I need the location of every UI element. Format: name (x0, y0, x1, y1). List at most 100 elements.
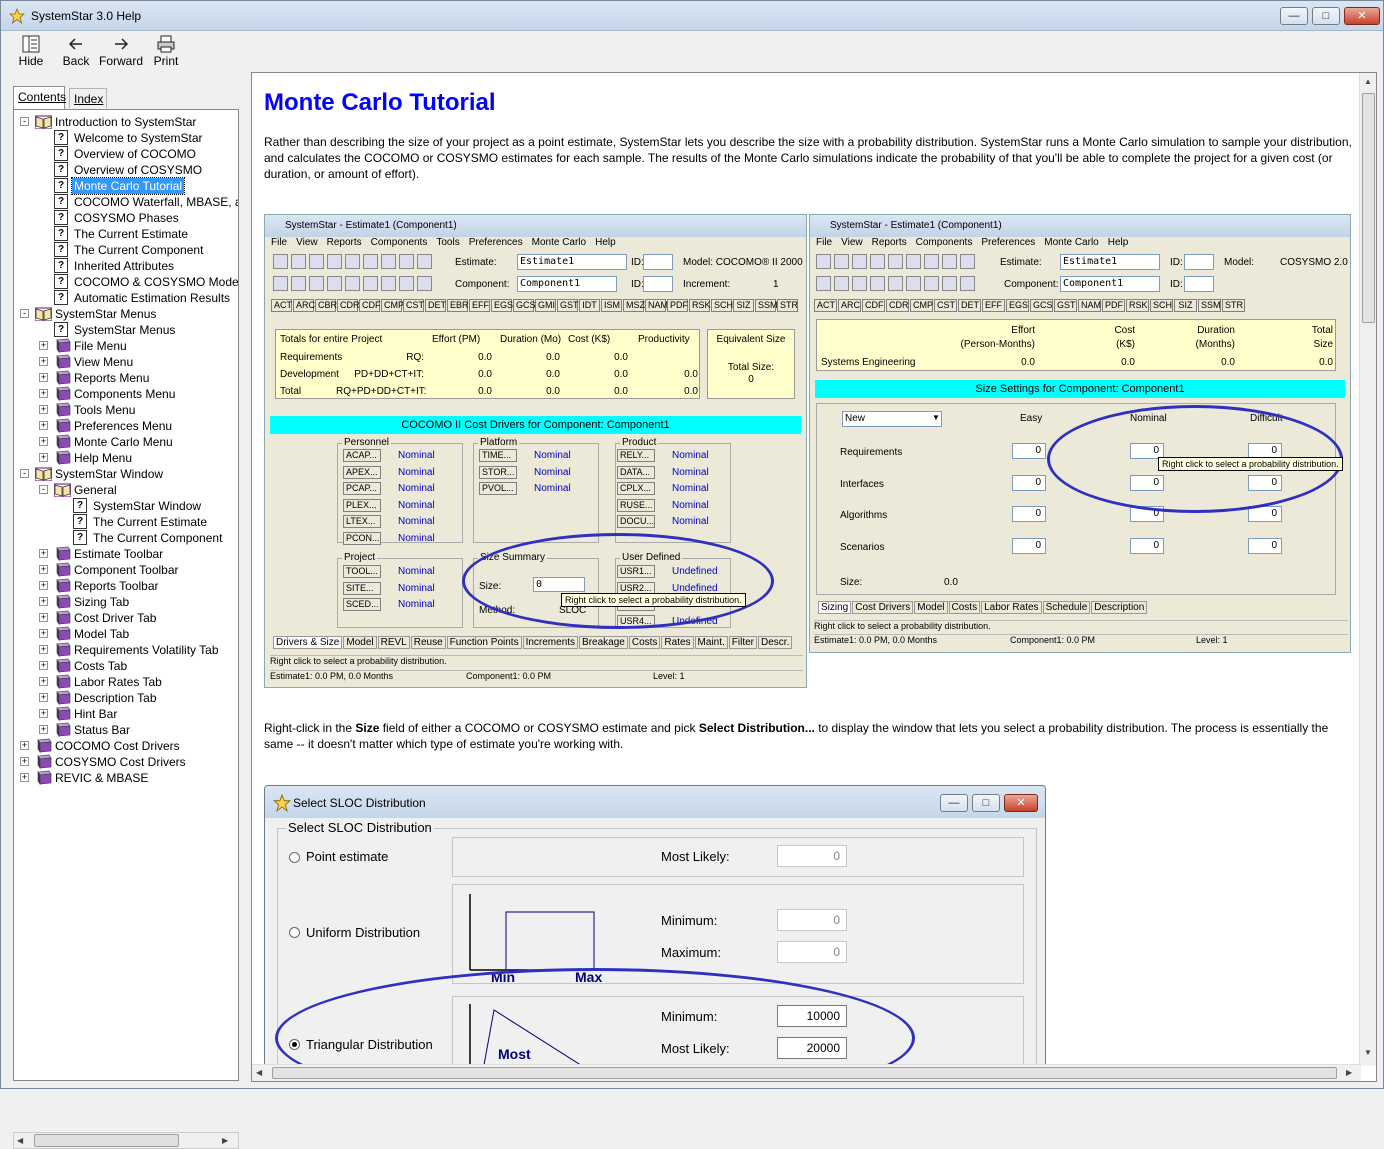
print-button[interactable]: Print (144, 33, 188, 69)
tree-item[interactable]: ? COSYSMO Phases (14, 210, 238, 226)
driver-button: DATA... (617, 465, 655, 479)
dialog-maximize-button[interactable]: □ (972, 794, 1000, 812)
scroll-thumb[interactable] (34, 1134, 179, 1147)
tree-item[interactable]: ? The Current Component (14, 530, 238, 546)
expand-icon[interactable]: + (20, 741, 29, 750)
dialog-minimize-button[interactable]: — (940, 794, 968, 812)
tree-item[interactable]: + Model Tab (14, 626, 238, 642)
expand-icon[interactable]: + (39, 373, 48, 382)
tab-contents[interactable]: Contents (13, 86, 66, 110)
minimize-button[interactable]: — (1280, 7, 1308, 25)
tree-item[interactable]: + COCOMO Cost Drivers (14, 738, 238, 754)
close-button[interactable]: ✕ (1344, 7, 1380, 25)
tree-item[interactable]: ? Overview of COCOMO (14, 146, 238, 162)
tree-item[interactable]: ? COCOMO & COSYSMO Model (14, 274, 238, 290)
content-scroll-left-icon[interactable]: ◀ (256, 1068, 262, 1077)
tree-item[interactable]: - Introduction to SystemStar (14, 114, 238, 130)
collapse-icon[interactable]: - (20, 117, 29, 126)
tree-horizontal-scrollbar[interactable]: ◀ ▶ (13, 1132, 239, 1149)
expand-icon[interactable]: + (39, 421, 48, 430)
expand-icon[interactable]: + (39, 693, 48, 702)
collapse-icon[interactable]: - (20, 469, 29, 478)
expand-icon[interactable]: + (39, 677, 48, 686)
maximize-button[interactable]: □ (1312, 7, 1340, 25)
uniform-maximum-input[interactable]: 0 (777, 941, 847, 963)
expand-icon[interactable]: + (39, 389, 48, 398)
tree-item[interactable]: ? The Current Estimate (14, 514, 238, 530)
dialog-close-button[interactable]: ✕ (1004, 794, 1038, 812)
uniform-minimum-input[interactable]: 0 (777, 909, 847, 931)
tree-item[interactable]: + Component Toolbar (14, 562, 238, 578)
tree-item[interactable]: ? Inherited Attributes (14, 258, 238, 274)
tree-item[interactable]: - SystemStar Menus (14, 306, 238, 322)
tree-item[interactable]: - SystemStar Window (14, 466, 238, 482)
scroll-right-icon[interactable]: ▶ (222, 1136, 228, 1145)
back-button[interactable]: Back (54, 33, 98, 69)
point-estimate-radio[interactable] (289, 852, 300, 863)
expand-icon[interactable]: + (39, 613, 48, 622)
tree-item[interactable]: ? Monte Carlo Tutorial (14, 177, 238, 195)
expand-icon[interactable]: + (39, 581, 48, 590)
tree-item[interactable]: + Requirements Volatility Tab (14, 642, 238, 658)
tree-item[interactable]: ? SystemStar Window (14, 498, 238, 514)
content-horizontal-scrollbar[interactable]: ◀ ▶ (252, 1064, 1361, 1081)
scroll-left-icon[interactable]: ◀ (17, 1136, 23, 1145)
point-most-likely-input[interactable]: 0 (777, 845, 847, 867)
expand-icon[interactable]: + (39, 453, 48, 462)
tree-item[interactable]: + Cost Driver Tab (14, 610, 238, 626)
expand-icon[interactable]: + (39, 405, 48, 414)
expand-icon[interactable]: + (39, 725, 48, 734)
expand-icon[interactable]: + (39, 357, 48, 366)
uniform-distribution-radio[interactable] (289, 927, 300, 938)
tree-item[interactable]: + REVIC & MBASE (14, 770, 238, 786)
expand-icon[interactable]: + (39, 629, 48, 638)
tree-item[interactable]: ? SystemStar Menus (14, 322, 238, 338)
tree-item[interactable]: ? The Current Component (14, 242, 238, 258)
expand-icon[interactable]: + (39, 341, 48, 350)
tree-item[interactable]: + Status Bar (14, 722, 238, 738)
hide-button[interactable]: Hide (9, 33, 53, 69)
tree-item[interactable]: + Preferences Menu (14, 418, 238, 434)
expand-icon[interactable]: + (39, 437, 48, 446)
tree-item[interactable]: + Help Menu (14, 450, 238, 466)
tree-item[interactable]: + Tools Menu (14, 402, 238, 418)
expand-icon[interactable]: + (39, 549, 48, 558)
forward-button[interactable]: Forward (99, 33, 143, 69)
tree-item[interactable]: ? Overview of COSYSMO (14, 162, 238, 178)
tree-item[interactable]: + Sizing Tab (14, 594, 238, 610)
scroll-down-icon[interactable]: ▼ (1364, 1048, 1372, 1057)
tree-item[interactable]: + Components Menu (14, 386, 238, 402)
expand-icon[interactable]: + (39, 709, 48, 718)
tree-item[interactable]: + Reports Toolbar (14, 578, 238, 594)
expand-icon[interactable]: + (39, 565, 48, 574)
tree-item[interactable]: ? Welcome to SystemStar (14, 130, 238, 146)
content-scroll-right-icon[interactable]: ▶ (1346, 1068, 1352, 1077)
tree-item[interactable]: ? COCOMO Waterfall, MBASE, a (14, 194, 238, 210)
expand-icon[interactable]: + (20, 773, 29, 782)
collapse-icon[interactable]: - (39, 485, 48, 494)
expand-icon[interactable]: + (39, 661, 48, 670)
expand-icon[interactable]: + (39, 645, 48, 654)
scroll-up-icon[interactable]: ▲ (1364, 77, 1372, 86)
tree-item[interactable]: + File Menu (14, 338, 238, 354)
tree-item[interactable]: ? The Current Estimate (14, 226, 238, 242)
tree-item[interactable]: + Reports Menu (14, 370, 238, 386)
tree-item[interactable]: - General (14, 482, 238, 498)
content-scroll-thumb[interactable] (1362, 93, 1375, 323)
tree-item[interactable]: + COSYSMO Cost Drivers (14, 754, 238, 770)
tree-item[interactable]: ? Automatic Estimation Results (14, 290, 238, 306)
content-hscroll-thumb[interactable] (272, 1067, 1337, 1079)
content-vertical-scrollbar[interactable]: ▲ ▼ (1359, 73, 1376, 1066)
expand-icon[interactable]: + (20, 757, 29, 766)
tree-item[interactable]: + Description Tab (14, 690, 238, 706)
tree-item[interactable]: + Monte Carlo Menu (14, 434, 238, 450)
tree-item[interactable]: + Hint Bar (14, 706, 238, 722)
tab-index[interactable]: Index (69, 88, 107, 108)
expand-icon[interactable]: + (39, 597, 48, 606)
tree-item[interactable]: + Estimate Toolbar (14, 546, 238, 562)
tree-item[interactable]: + View Menu (14, 354, 238, 370)
tree-item[interactable]: + Labor Rates Tab (14, 674, 238, 690)
tree-item[interactable]: + Costs Tab (14, 658, 238, 674)
toolbar-icon (906, 254, 921, 269)
collapse-icon[interactable]: - (20, 309, 29, 318)
